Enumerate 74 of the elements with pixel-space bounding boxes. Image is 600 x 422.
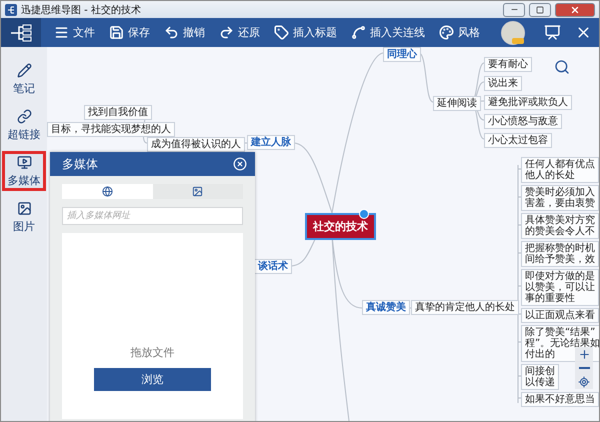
web-tab[interactable]	[62, 184, 152, 199]
image-icon	[192, 186, 204, 197]
globe-icon	[102, 186, 113, 197]
pencil-icon	[16, 62, 32, 78]
toolbar-button[interactable]: 插入标题	[267, 18, 344, 47]
window-title: 迅捷思维导图 - 社交的技术	[21, 4, 142, 16]
image-icon	[16, 200, 32, 216]
vip-badge-icon	[512, 38, 524, 44]
video-icon	[16, 154, 32, 170]
sidebar-item[interactable]: 多媒体	[2, 151, 46, 191]
mind-map-node[interactable]: 以正面观点来看	[521, 308, 599, 323]
mind-map-node[interactable]: 具体赞美对方究 的赞美会令人不	[521, 213, 599, 239]
mind-map-node[interactable]: 小心愤怒与敌意	[484, 114, 562, 129]
mind-map-node[interactable]: 把握称赞的时机 间给予赞美，效	[521, 241, 599, 267]
image-tab[interactable]	[152, 184, 243, 199]
mind-map-node[interactable]: 成为值得被认识的人	[147, 137, 245, 152]
locate-icon	[578, 376, 590, 388]
link-icon	[16, 108, 32, 124]
search-button[interactable]	[554, 59, 570, 75]
mind-map-node[interactable]: 谈话术	[254, 259, 292, 274]
minus-icon	[578, 367, 590, 369]
sidebar-item[interactable]: 图片	[2, 197, 46, 237]
presentation-icon	[544, 24, 561, 41]
mind-map-node[interactable]: 找到自我价值	[84, 105, 152, 120]
mind-map-node[interactable]: 即使对方做的是 以赞美，可以让 事的重要性	[521, 269, 599, 306]
toolbar-button[interactable]: 撤销	[157, 18, 212, 47]
mind-map-node[interactable]: 赞美时必须加入 害羞，要由衷赞	[521, 185, 599, 211]
panel-title: 多媒体	[62, 156, 98, 172]
mind-map-node[interactable]: 要有耐心	[484, 57, 532, 72]
toolbar-button[interactable]: 插入关连线	[344, 18, 432, 47]
redo-icon	[219, 25, 234, 40]
collapse-dot-icon[interactable]	[359, 209, 369, 219]
browse-button[interactable]: 浏览	[94, 368, 211, 391]
mind-map-icon	[9, 24, 33, 42]
search-icon	[554, 59, 570, 75]
toolbar-button[interactable]: 文件	[47, 18, 102, 47]
app-icon	[5, 4, 17, 16]
mind-map-node[interactable]: 真诚赞美	[362, 300, 410, 315]
mind-map-node[interactable]: 小心太过包容	[484, 133, 552, 148]
mind-map-node[interactable]: 目标，寻找能实现梦想的人	[47, 122, 175, 137]
close-button[interactable]	[555, 2, 595, 16]
app-logo[interactable]	[1, 18, 41, 47]
toolbar-button[interactable]: 保存	[102, 18, 157, 47]
mind-map-node[interactable]: 延伸阅读	[433, 96, 481, 111]
sidebar-item[interactable]: 超链接	[2, 105, 46, 145]
mind-map-node[interactable]: 如果不好意思当	[521, 392, 599, 407]
root-topic[interactable]: 社交的技术	[305, 213, 376, 240]
mind-map-node[interactable]: 避免批评或欺负人	[484, 95, 572, 110]
mind-map-node[interactable]: 真挚的肯定他人的长处	[411, 300, 519, 315]
menu-icon	[54, 25, 69, 40]
mind-map-node[interactable]: 说出来	[484, 76, 522, 91]
sidebar-item[interactable]: 笔记	[2, 59, 46, 99]
drop-hint: 拖放文件	[130, 345, 174, 360]
curve-icon	[351, 25, 366, 40]
close-icon	[233, 157, 247, 171]
user-avatar[interactable]	[501, 20, 525, 44]
mind-map-node[interactable]: 同理心	[383, 47, 421, 62]
url-input-field[interactable]: 插入多媒体网址	[62, 207, 243, 225]
mind-map-node[interactable]: 间接创 以传递	[521, 364, 559, 390]
plus-icon	[578, 348, 590, 360]
maximize-icon	[536, 6, 544, 14]
save-icon	[109, 25, 124, 40]
undo-icon	[164, 25, 179, 40]
toolbar-button[interactable]: 还原	[212, 18, 267, 47]
toolbar-button[interactable]: 风格	[432, 18, 487, 47]
maximize-button[interactable]	[529, 2, 551, 16]
mind-map-node[interactable]: 除了赞美“结果” 程”。无论结果如 付出的	[521, 325, 599, 362]
mind-map-node[interactable]: 建立人脉	[247, 135, 295, 150]
tag-icon	[274, 25, 289, 40]
close-icon	[570, 4, 580, 14]
drop-area[interactable]: 拖放文件 浏览	[62, 233, 243, 419]
mind-map-node[interactable]: 任何人都有优点 他人的长处	[521, 157, 599, 183]
palette-icon	[439, 25, 454, 40]
minimize-button[interactable]	[503, 2, 525, 16]
